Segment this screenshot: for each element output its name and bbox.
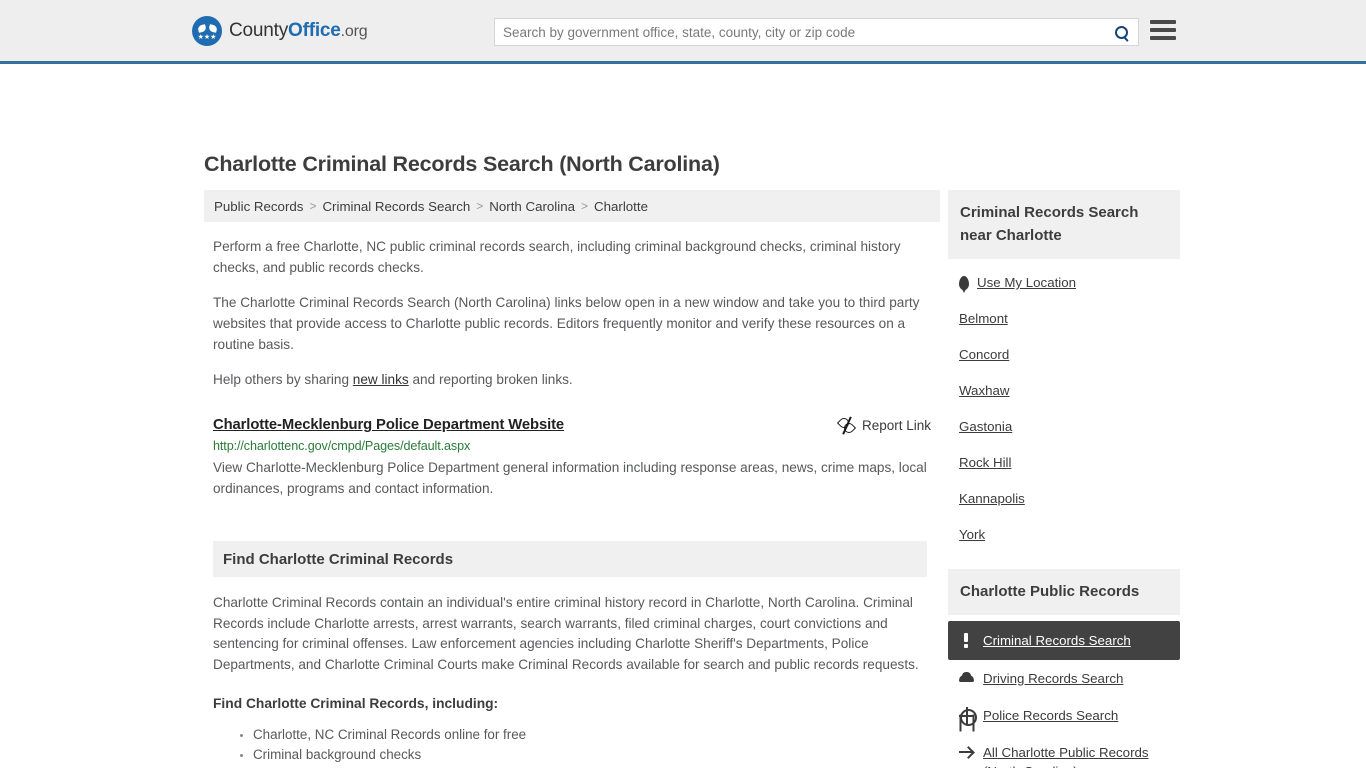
main-column: Public Records > Criminal Records Search… [204,190,940,768]
near-charlotte-list: Use My Location Belmont Concord Waxhaw G… [948,259,1180,553]
brand-office-text: Office [288,19,341,41]
sidebar-item-kannapolis[interactable]: Kannapolis [948,481,1180,517]
intro-paragraph-1: Perform a free Charlotte, NC public crim… [213,239,901,275]
city-link-label[interactable]: Concord [959,346,1009,364]
car-icon [959,670,974,687]
header-inner: ★★★ CountyOffice.org [0,0,1366,61]
countyoffice-eagle-logo-icon: ★★★ [192,15,222,46]
find-records-bullet-list: Charlotte, NC Criminal Records online fo… [213,725,927,768]
police-badge-icon [959,707,977,726]
arrow-right-icon [959,744,974,761]
result-description: View Charlotte-Mecklenburg Police Depart… [213,460,927,496]
intro-paragraph-2: The Charlotte Criminal Records Search (N… [213,295,920,352]
public-records-panel-header: Charlotte Public Records [948,569,1180,615]
breadcrumb-item-charlotte[interactable]: Charlotte [594,199,648,214]
breadcrumb-separator: > [581,199,589,213]
near-charlotte-heading: Criminal Records Search near Charlotte [960,204,1139,244]
list-item: Charlotte criminal court and arrest reco… [253,765,927,768]
result-url[interactable]: http://charlottenc.gov/cmpd/Pages/defaul… [213,439,931,453]
sidebar-item-york[interactable]: York [948,517,1180,553]
sidebar-item-police-records-search[interactable]: Police Records Search [948,697,1180,734]
map-pin-icon [959,276,969,293]
search-bar[interactable] [494,18,1139,46]
breadcrumb-separator: > [309,199,317,213]
public-records-item-label[interactable]: All Charlotte Public Records (North Caro… [983,743,1170,768]
use-my-location-label[interactable]: Use My Location [977,274,1076,292]
sidebar-item-rock-hill[interactable]: Rock Hill [948,445,1180,481]
find-records-heading: Find Charlotte Criminal Records [223,550,454,568]
public-records-list: Criminal Records Search Driving Records … [948,615,1180,768]
city-link-label[interactable]: Waxhaw [959,382,1010,400]
find-records-section-body: Charlotte Criminal Records contain an in… [213,593,927,768]
public-records-item-label[interactable]: Police Records Search [983,706,1118,725]
sidebar-item-concord[interactable]: Concord [948,337,1180,373]
exclamation-icon [959,632,974,649]
sidebar-item-all-public-records[interactable]: All Charlotte Public Records (North Caro… [948,734,1180,768]
search-icon [1114,25,1128,39]
public-records-item-label[interactable]: Driving Records Search [983,669,1123,688]
find-records-body-text: Charlotte Criminal Records contain an in… [213,595,919,672]
brand-wordmark: CountyOffice.org [229,19,368,42]
sidebar-item-use-my-location[interactable]: Use My Location [948,265,1180,301]
result-header-row: Charlotte-Mecklenburg Police Department … [213,416,931,435]
city-link-label[interactable]: Rock Hill [959,454,1011,472]
breadcrumb-item-criminal-records-search[interactable]: Criminal Records Search [322,199,470,214]
find-records-section-header: Find Charlotte Criminal Records [213,541,927,577]
sidebar-item-driving-records-search[interactable]: Driving Records Search [948,660,1180,697]
search-submit-button[interactable] [1104,19,1138,45]
brand-org-text: .org [340,22,368,40]
public-records-item-label[interactable]: Criminal Records Search [983,631,1131,650]
breadcrumb-separator: > [476,199,484,213]
report-link-label: Report Link [861,418,931,433]
city-link-label[interactable]: Kannapolis [959,490,1025,508]
sidebar-item-gastonia[interactable]: Gastonia [948,409,1180,445]
sidebar-item-criminal-records-search[interactable]: Criminal Records Search [948,621,1180,660]
content-columns: Public Records > Criminal Records Search… [0,190,1366,768]
share-links-paragraph: Help others by sharing new links and rep… [213,369,927,390]
breadcrumb-item-public-records[interactable]: Public Records [214,199,303,214]
breadcrumb: Public Records > Criminal Records Search… [204,190,940,222]
city-link-label[interactable]: Belmont [959,310,1008,328]
hamburger-menu-icon[interactable] [1150,19,1176,41]
new-links-link[interactable]: new links [353,372,409,387]
find-records-sub-heading: Find Charlotte Criminal Records, includi… [213,696,499,711]
site-logo[interactable]: ★★★ CountyOffice.org [192,15,368,46]
share-prefix-text: Help others by sharing [213,372,353,387]
city-link-label[interactable]: York [959,526,985,544]
search-input[interactable] [495,19,1104,45]
result-title-link[interactable]: Charlotte-Mecklenburg Police Department … [213,417,564,433]
brand-county-text: County [229,19,289,41]
sidebar-item-belmont[interactable]: Belmont [948,301,1180,337]
breadcrumb-item-north-carolina[interactable]: North Carolina [489,199,575,214]
city-link-label[interactable]: Gastonia [959,418,1012,436]
page-title: Charlotte Criminal Records Search (North… [204,152,720,176]
near-charlotte-panel-header: Criminal Records Search near Charlotte [948,190,1180,259]
broken-link-icon [839,416,854,435]
sidebar: Criminal Records Search near Charlotte U… [948,190,1180,768]
public-records-heading: Charlotte Public Records [960,583,1140,600]
result-entry: Charlotte-Mecklenburg Police Department … [213,416,931,499]
site-header: ★★★ CountyOffice.org [0,0,1366,64]
sidebar-item-waxhaw[interactable]: Waxhaw [948,373,1180,409]
list-item: Criminal background checks [253,745,927,765]
share-suffix-text: and reporting broken links. [408,372,573,387]
list-item: Charlotte, NC Criminal Records online fo… [253,725,927,745]
report-link-button[interactable]: Report Link [839,416,931,435]
